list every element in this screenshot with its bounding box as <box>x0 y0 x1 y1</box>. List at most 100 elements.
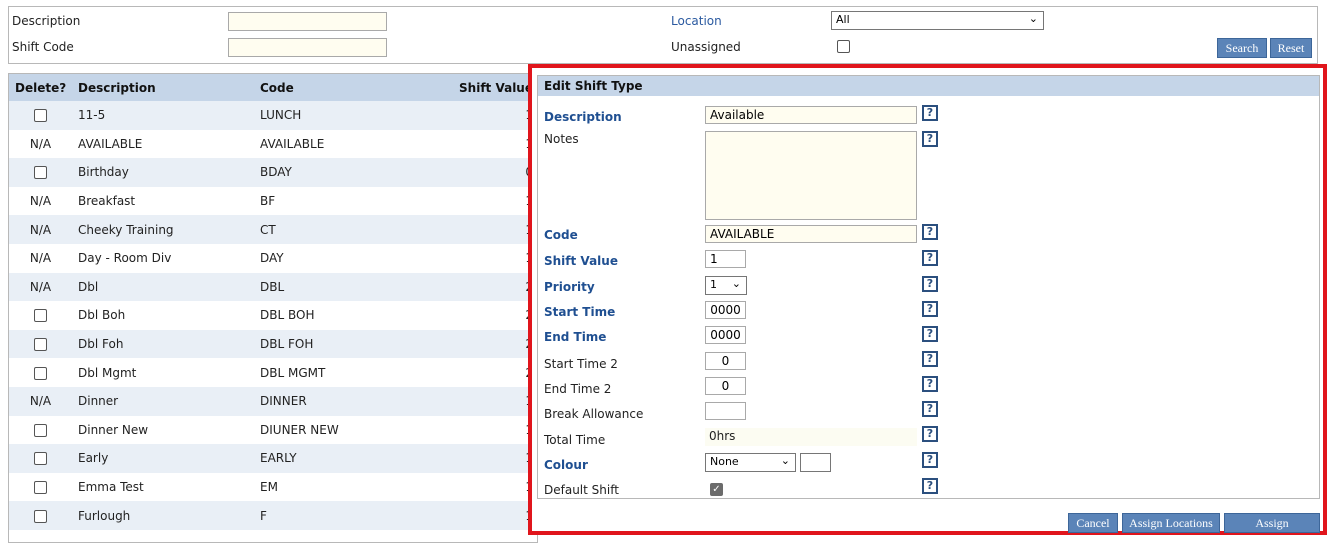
description-filter-input[interactable] <box>228 12 387 31</box>
row-description: 11-5 <box>72 101 254 130</box>
row-code: LUNCH <box>254 101 439 130</box>
break-allowance-input[interactable] <box>705 402 746 420</box>
code-input[interactable] <box>705 225 917 243</box>
code-column-header[interactable]: Code <box>254 74 439 101</box>
row-delete-checkbox[interactable] <box>34 452 47 466</box>
unassigned-label: Unassigned <box>671 40 741 54</box>
end-time-2-input[interactable] <box>705 377 746 395</box>
start-time-input[interactable] <box>705 301 746 319</box>
shift-type-list: Delete? Description Code Shift Value 11-… <box>8 73 538 543</box>
table-row[interactable]: 11-5LUNCH1 <box>9 101 537 130</box>
code-help-icon[interactable]: ? <box>922 224 938 240</box>
assign-locations-button[interactable]: Assign Locations <box>1122 513 1220 533</box>
edit-shift-type-panel: Edit Shift Type Description ? Notes ? Co… <box>528 64 1327 548</box>
table-row[interactable]: N/A AVAILABLE AVAILABLE 1 <box>9 130 537 159</box>
shift-value-help-icon[interactable]: ? <box>922 250 938 266</box>
start-time-2-input[interactable] <box>705 352 746 370</box>
row-delete-checkbox[interactable] <box>34 423 47 437</box>
cancel-button[interactable]: Cancel <box>1068 513 1118 533</box>
shift-value-column-header[interactable]: Shift Value <box>439 74 537 101</box>
row-delete-checkbox[interactable] <box>34 509 47 523</box>
notes-label: Notes <box>544 132 579 146</box>
row-code: DBL <box>254 272 439 302</box>
row-shift-value: 1 <box>439 101 537 130</box>
priority-label: Priority <box>544 280 595 294</box>
end-time-help-icon[interactable]: ? <box>922 326 938 342</box>
row-description: Dinner <box>72 386 254 416</box>
assign-divisions-button[interactable]: Assign Divisions <box>1224 513 1320 548</box>
row-delete-checkbox[interactable] <box>34 166 47 180</box>
shift-type-table: Delete? Description Code Shift Value 11-… <box>9 74 537 530</box>
colour-help-icon[interactable]: ? <box>922 452 938 468</box>
break-allowance-label: Break Allowance <box>544 407 644 421</box>
row-shift-value: 1 <box>439 444 537 473</box>
row-delete-checkbox[interactable] <box>34 366 47 380</box>
row-shift-value: 2 <box>439 329 537 359</box>
row-delete-cell: N/A <box>29 251 52 266</box>
row-delete-cell <box>9 301 72 330</box>
row-code: EARLY <box>254 444 439 473</box>
table-row[interactable]: N/ADblDBL2 <box>9 272 537 302</box>
row-description: Early <box>72 444 254 473</box>
colour-swatch[interactable] <box>800 453 831 472</box>
unassigned-checkbox[interactable] <box>837 40 850 53</box>
row-description: Day - Room Div <box>78 251 172 266</box>
table-row[interactable]: Dbl FohDBL FOH2 <box>9 329 537 359</box>
table-row[interactable]: Dbl Mgmt DBL MGMT 2 <box>9 358 537 387</box>
description-help-icon[interactable]: ? <box>922 105 938 121</box>
table-row[interactable]: FurloughF1 <box>9 501 537 530</box>
row-code: DBL BOH <box>260 308 315 323</box>
filter-panel: Description Shift Code Location All ⌄ Un… <box>8 6 1318 64</box>
table-row[interactable]: Dinner New DIUNER NEW 1 <box>9 416 537 445</box>
priority-help-icon[interactable]: ? <box>922 276 938 292</box>
table-row[interactable]: BirthdayBDAY0 <box>9 158 537 187</box>
shift-code-filter-label: Shift Code <box>12 40 74 54</box>
row-code: BF <box>260 194 276 209</box>
colour-select-value: None <box>710 455 739 468</box>
break-allowance-help-icon[interactable]: ? <box>922 401 938 417</box>
row-code: DBL FOH <box>254 329 439 359</box>
location-select[interactable]: All ⌄ <box>831 11 1044 30</box>
shift-value-input[interactable] <box>705 250 746 268</box>
start-time-2-help-icon[interactable]: ? <box>922 351 938 367</box>
end-time-input[interactable] <box>705 326 746 344</box>
row-description: Dbl Boh <box>78 308 126 323</box>
row-delete-cell: N/A <box>9 386 72 416</box>
total-time-help-icon[interactable]: ? <box>922 426 938 442</box>
start-time-label: Start Time <box>544 305 616 319</box>
table-header-row: Delete? Description Code Shift Value <box>9 74 537 101</box>
shift-code-filter-input[interactable] <box>228 38 387 57</box>
start-time-help-icon[interactable]: ? <box>922 301 938 317</box>
table-row[interactable]: N/A Day - Room Div DAY 1 <box>9 244 537 273</box>
row-delete-cell <box>9 158 72 187</box>
notes-textarea[interactable] <box>705 131 917 220</box>
end-time-2-help-icon[interactable]: ? <box>922 376 938 392</box>
row-shift-value: 2 <box>439 358 537 387</box>
row-delete-checkbox[interactable] <box>34 481 47 495</box>
row-code: F <box>254 501 439 530</box>
row-delete-checkbox[interactable] <box>34 309 47 323</box>
row-code: DAY <box>260 251 284 266</box>
priority-select[interactable]: 1 ⌄ <box>705 276 747 295</box>
table-row[interactable]: EarlyEARLY1 <box>9 444 537 473</box>
table-row[interactable]: N/ADinnerDINNER1 <box>9 386 537 416</box>
chevron-down-icon: ⌄ <box>780 454 790 467</box>
table-row[interactable]: Emma Test EM 1 <box>9 473 537 502</box>
table-row[interactable]: N/A Breakfast BF 1 <box>9 187 537 216</box>
default-shift-help-icon[interactable]: ? <box>922 478 938 494</box>
row-delete-cell <box>9 501 72 530</box>
row-delete-checkbox[interactable] <box>34 338 47 352</box>
row-shift-value: 1 <box>439 130 537 159</box>
search-button[interactable]: Search <box>1217 38 1267 58</box>
description-column-header[interactable]: Description <box>72 74 254 101</box>
description-input[interactable] <box>705 106 917 124</box>
notes-help-icon[interactable]: ? <box>922 131 938 147</box>
row-delete-cell <box>9 358 72 387</box>
table-row[interactable]: N/ACheeky TrainingCT1 <box>9 215 537 244</box>
table-row[interactable]: Dbl Boh DBL BOH 2 <box>9 301 537 330</box>
default-shift-checkbox[interactable]: ✓ <box>710 483 723 496</box>
colour-select[interactable]: None ⌄ <box>705 453 796 472</box>
reset-button[interactable]: Reset <box>1270 38 1312 58</box>
row-delete-checkbox[interactable] <box>34 109 47 123</box>
row-code: CT <box>254 215 439 244</box>
